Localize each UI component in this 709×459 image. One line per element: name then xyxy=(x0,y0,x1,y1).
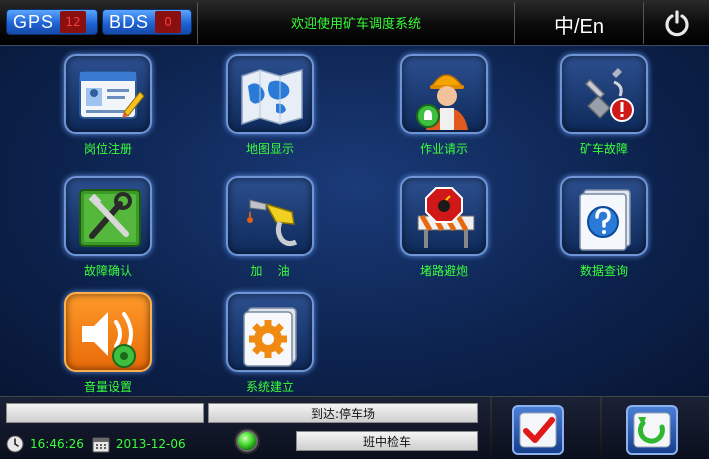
fault-icon xyxy=(584,68,634,122)
menu-item-label: 地图显示 xyxy=(245,142,294,156)
worker-icon xyxy=(416,74,468,130)
menu-item-refuel[interactable]: 加 油 xyxy=(222,176,318,284)
refresh-button[interactable] xyxy=(626,405,678,455)
menu-item-system-setup[interactable]: 系统建立 xyxy=(222,292,318,400)
gps-count: 12 xyxy=(60,11,87,33)
menu-item-label: 矿车故障 xyxy=(579,142,628,156)
fuel-nozzle-icon xyxy=(247,199,298,247)
divider xyxy=(197,2,198,44)
datetime-row: 16:46:26 2013-12-06 xyxy=(6,435,186,453)
menu-item-volume-settings[interactable]: 音量设置 xyxy=(60,292,156,400)
volume-icon xyxy=(82,312,136,368)
menu-item-label: 数据查询 xyxy=(579,264,628,278)
menu-item-map-display[interactable]: 地图显示 xyxy=(222,54,318,162)
language-toggle[interactable]: 中/En xyxy=(516,10,642,39)
welcome-title: 欢迎使用矿车调度系统 xyxy=(290,17,421,32)
divider xyxy=(490,397,492,459)
status-led xyxy=(236,430,258,452)
settings-gear-icon xyxy=(243,307,297,367)
menu-item-work-request[interactable]: 作业请示 xyxy=(396,54,492,162)
gps-label: GPS xyxy=(13,11,55,32)
main-menu: 岗位注册 地图显示 作业请示 矿车故障 故障确认 加 油 堵路避炮 数据查询 音… xyxy=(0,46,709,396)
menu-item-road-block[interactable]: 堵路避炮 xyxy=(396,176,492,284)
bds-indicator: BDS 0 xyxy=(102,9,192,35)
id-card-icon xyxy=(79,71,145,119)
time-display: 16:46:26 xyxy=(30,437,84,451)
bds-count: 0 xyxy=(155,11,182,33)
road-block-icon xyxy=(417,187,475,248)
power-button[interactable] xyxy=(644,0,709,46)
menu-item-label: 故障确认 xyxy=(83,264,132,278)
calendar-icon xyxy=(92,437,110,453)
refresh-icon xyxy=(633,412,671,448)
menu-item-post-register[interactable]: 岗位注册 xyxy=(60,54,156,162)
bds-label: BDS xyxy=(109,11,150,32)
checkmark-icon xyxy=(519,412,557,448)
date-display: 2013-12-06 xyxy=(115,437,186,451)
divider xyxy=(600,397,602,459)
menu-item-label: 系统建立 xyxy=(245,380,294,394)
menu-item-label: 作业请示 xyxy=(419,142,468,156)
menu-item-label: 堵路避炮 xyxy=(419,264,468,278)
top-bar: GPS 12 BDS 0 欢迎使用矿车调度系统 中/En xyxy=(0,0,709,46)
bottom-bar: 到达:停车场 16:46:26 2013-12-06 班中检车 xyxy=(0,396,709,459)
menu-item-label: 加 油 xyxy=(250,264,290,278)
gps-indicator: GPS 12 xyxy=(6,9,98,35)
status-field: 班中检车 xyxy=(296,431,478,451)
menu-item-data-query[interactable]: 数据查询 xyxy=(556,176,652,284)
divider xyxy=(514,2,515,44)
menu-item-fault-confirm[interactable]: 故障确认 xyxy=(60,176,156,284)
confirm-button[interactable] xyxy=(512,405,564,455)
menu-item-label: 音量设置 xyxy=(83,380,132,394)
tools-icon xyxy=(79,189,141,247)
menu-item-truck-fault[interactable]: 矿车故障 xyxy=(556,54,652,162)
destination-field: 到达:停车场 xyxy=(208,403,478,423)
clock-icon xyxy=(6,435,24,453)
info-field xyxy=(6,403,204,423)
power-icon xyxy=(664,10,689,37)
query-icon xyxy=(579,189,631,251)
map-icon xyxy=(241,69,303,126)
menu-item-label: 岗位注册 xyxy=(83,142,132,156)
